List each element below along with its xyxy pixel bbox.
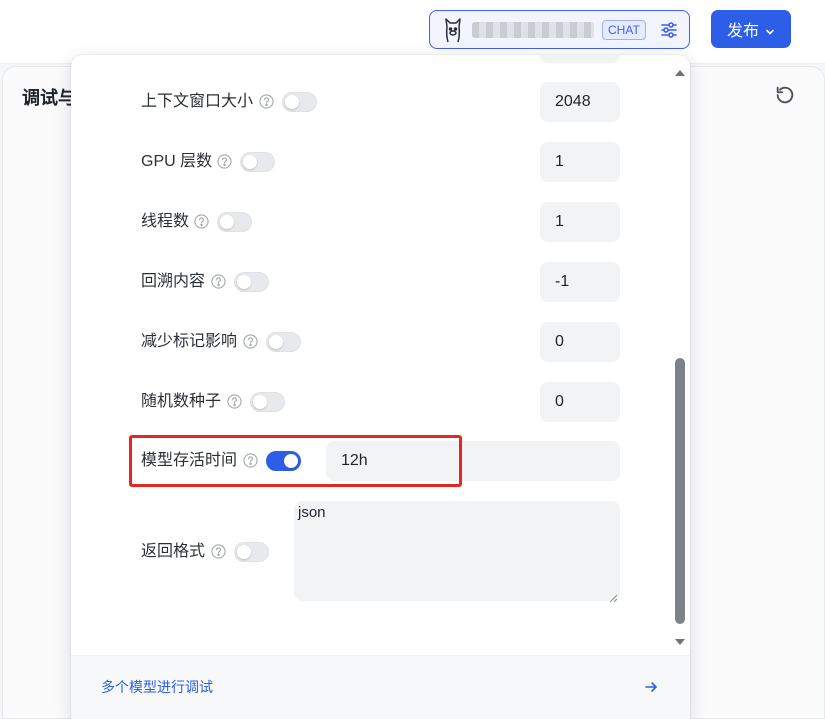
- scroll-up-arrow-icon[interactable]: [674, 65, 686, 76]
- help-icon[interactable]: [217, 154, 232, 169]
- param-label: 线程数: [141, 213, 190, 230]
- param-row-random-seed: 随机数种子 0: [71, 382, 671, 422]
- model-settings-popup: 上下文窗口大小 2048 GPU 层数 1 线程数 1 回溯内容 -1 减少标记…: [71, 55, 690, 719]
- param-toggle[interactable]: [250, 392, 285, 412]
- highlight-annotation-box: [129, 435, 462, 487]
- param-value-input[interactable]: -1: [540, 262, 620, 302]
- param-row-gpu-layers: GPU 层数 1: [71, 142, 671, 182]
- help-icon[interactable]: [194, 214, 209, 229]
- resize-handle-icon[interactable]: [609, 590, 618, 603]
- textarea-value: json: [298, 504, 326, 521]
- panel-title: 调试与: [22, 88, 72, 108]
- param-row-reduce-token-influence: 减少标记影响 0: [71, 322, 671, 362]
- param-label: 回溯内容: [141, 273, 206, 290]
- param-toggle[interactable]: [240, 152, 275, 172]
- help-icon[interactable]: [259, 94, 274, 109]
- param-row-lookback: 回溯内容 -1: [71, 262, 671, 302]
- param-label: 上下文窗口大小: [141, 93, 254, 110]
- chevron-down-icon: [765, 24, 775, 35]
- param-toggle[interactable]: [234, 542, 269, 562]
- param-value-input[interactable]: 0: [540, 322, 620, 362]
- param-value-input[interactable]: 1: [540, 142, 620, 182]
- publish-button[interactable]: 发布: [711, 10, 791, 48]
- param-label: 返回格式: [141, 543, 206, 560]
- sliders-icon[interactable]: [659, 20, 679, 40]
- scroll-down-arrow-icon[interactable]: [674, 634, 686, 645]
- model-selector[interactable]: llama3 CHAT: [429, 10, 690, 49]
- param-value-input[interactable]: 2048: [540, 82, 620, 122]
- help-icon[interactable]: [211, 544, 226, 559]
- model-name: llama3: [472, 21, 594, 38]
- param-value-input[interactable]: 1: [540, 202, 620, 242]
- param-label: 减少标记影响: [141, 333, 238, 350]
- multi-model-debug-link[interactable]: 多个模型进行调试: [101, 656, 213, 718]
- arrow-right-icon[interactable]: [644, 680, 658, 694]
- param-row-context-window: 上下文窗口大小 2048: [71, 82, 671, 122]
- param-value-input[interactable]: 0: [540, 382, 620, 422]
- previous-param-input[interactable]: [540, 55, 620, 63]
- param-row-threads: 线程数 1: [71, 202, 671, 242]
- response-format-textarea[interactable]: json: [294, 501, 620, 603]
- param-toggle[interactable]: [282, 92, 317, 112]
- param-toggle[interactable]: [217, 212, 252, 232]
- refresh-icon[interactable]: [774, 84, 796, 106]
- help-icon[interactable]: [227, 394, 242, 409]
- param-label: GPU 层数: [141, 153, 213, 170]
- publish-label: 发布: [726, 23, 759, 40]
- param-label: 随机数种子: [141, 393, 222, 410]
- llama-icon: [442, 17, 464, 43]
- params-scroll-area[interactable]: 上下文窗口大小 2048 GPU 层数 1 线程数 1 回溯内容 -1 减少标记…: [71, 55, 690, 655]
- param-toggle[interactable]: [266, 332, 301, 352]
- help-icon[interactable]: [211, 274, 226, 289]
- scrollbar-thumb[interactable]: [675, 358, 685, 624]
- popup-footer: 多个模型进行调试: [71, 655, 690, 719]
- help-icon[interactable]: [243, 334, 258, 349]
- param-toggle[interactable]: [234, 272, 269, 292]
- model-type-badge: CHAT: [602, 19, 646, 40]
